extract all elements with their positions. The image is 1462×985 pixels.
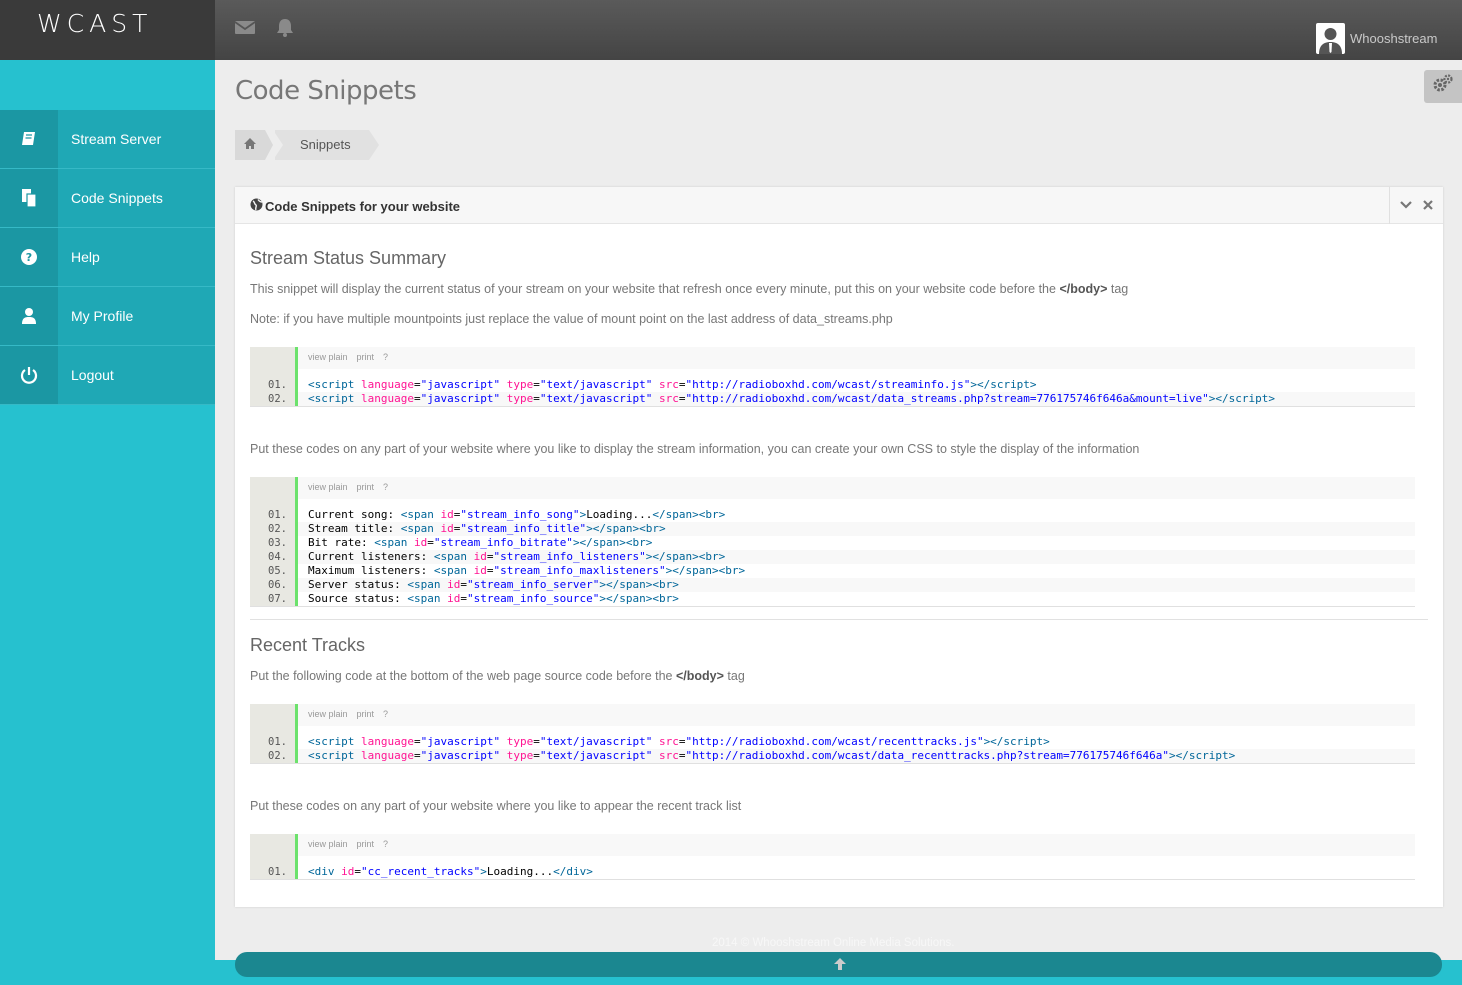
breadcrumb-current[interactable]: Snippets: [273, 130, 379, 160]
status-desc-1: This snippet will display the current st…: [250, 282, 1129, 296]
view-plain-link[interactable]: view plain: [308, 839, 348, 849]
view-plain-link[interactable]: view plain: [308, 352, 348, 362]
home-icon: [244, 136, 256, 154]
breadcrumb-home[interactable]: [235, 130, 273, 160]
code-block-recent-div: view plain print? 01. <div id="cc_recent_t…: [250, 834, 1415, 880]
code-toolbar: view plain print?: [250, 347, 1415, 369]
sidebar-item-label: Stream Server: [71, 131, 162, 147]
sidebar-item-label: Help: [71, 249, 100, 265]
code-line: 02. <script language="javascript" type="t…: [250, 749, 1415, 763]
code-line: 05. Maximum listeners: <span id="stream_i…: [250, 564, 1415, 578]
panel-title: Code Snippets for your website: [250, 198, 460, 214]
code-line: 03. Bit rate: <span id="stream_info_bitra…: [250, 536, 1415, 550]
breadcrumb: Snippets: [235, 130, 379, 160]
page-title: Code Snippets: [235, 76, 417, 106]
section-divider: [250, 619, 1428, 620]
envelope-icon[interactable]: [234, 16, 256, 38]
sidebar-item-label: Logout: [71, 367, 114, 383]
sidebar-item-help[interactable]: ? Help: [0, 228, 215, 287]
code-line: 04. Current listeners: <span id="stream_i…: [250, 550, 1415, 564]
gears-icon: [1432, 74, 1454, 99]
brand-logo[interactable]: WCAST: [0, 0, 215, 60]
sidebar-item-code-snippets[interactable]: Code Snippets: [0, 169, 215, 228]
bell-icon[interactable]: [274, 16, 296, 38]
footer-copyright: 2014 © Whooshstream Online Media Solutio…: [712, 937, 955, 949]
code-toolbar: view plain print?: [250, 704, 1415, 726]
panel-tools: [1389, 187, 1443, 224]
username[interactable]: Whooshstream: [1350, 31, 1437, 46]
code-toolbar: view plain print?: [250, 477, 1415, 499]
recent-desc-2: Put these codes on any part of your webs…: [250, 799, 742, 813]
section-heading-status: Stream Status Summary: [250, 248, 447, 268]
panel-title-text: Code Snippets for your website: [265, 198, 461, 214]
globe-icon: [250, 198, 263, 214]
view-plain-link[interactable]: view plain: [308, 709, 348, 719]
copy-icon: [0, 169, 58, 227]
avatar[interactable]: [1316, 23, 1345, 54]
chevron-down-icon[interactable]: [1399, 197, 1412, 215]
print-link[interactable]: print: [357, 482, 375, 492]
sidebar-item-label: Code Snippets: [71, 190, 163, 206]
code-line: 01. <script language="javascript" type="t…: [250, 378, 1415, 392]
help-link[interactable]: ?: [383, 839, 388, 849]
status-desc-2: Note: if you have multiple mountpoints j…: [250, 312, 893, 326]
code-line: 06. Server status: <span id="stream_info_…: [250, 578, 1415, 592]
sidebar-item-stream-server[interactable]: Stream Server: [0, 110, 215, 169]
section-heading-recent: Recent Tracks: [250, 635, 366, 655]
recent-desc-1: Put the following code at the bottom of …: [250, 669, 745, 683]
help-link[interactable]: ?: [383, 482, 388, 492]
help-link[interactable]: ?: [383, 709, 388, 719]
code-line: 02. <script language="javascript" type="t…: [250, 392, 1415, 406]
status-desc-3: Put these codes on any part of your webs…: [250, 442, 1140, 456]
sidebar-item-my-profile[interactable]: My Profile: [0, 287, 215, 346]
sidebar-item-label: My Profile: [71, 308, 134, 324]
print-link[interactable]: print: [357, 709, 375, 719]
print-link[interactable]: print: [357, 839, 375, 849]
close-icon[interactable]: [1423, 197, 1434, 215]
snippets-panel: Code Snippets for your website Stream St…: [235, 187, 1443, 907]
power-icon: [0, 346, 58, 404]
view-plain-link[interactable]: view plain: [308, 482, 348, 492]
user-icon: [0, 287, 58, 345]
main-content: Code Snippets Snippets Code Snippets for…: [215, 60, 1462, 960]
svg-text:?: ?: [26, 251, 32, 264]
top-navbar: WCAST Whooshstream: [0, 0, 1462, 60]
code-toolbar: view plain print?: [250, 834, 1415, 856]
question-icon: ?: [0, 228, 58, 286]
sidebar-item-logout[interactable]: Logout: [0, 346, 215, 405]
code-line: 01. Current song: <span id="stream_info_s…: [250, 508, 1415, 522]
code-line: 01. <script language="javascript" type="t…: [250, 735, 1415, 749]
book-icon: [0, 110, 58, 168]
code-line: 07. Source status: <span id="stream_info_…: [250, 592, 1415, 606]
panel-header: Code Snippets for your website: [235, 187, 1443, 224]
settings-button[interactable]: [1424, 70, 1462, 103]
code-block-status-scripts: view plain print? 01. <script language="ja…: [250, 347, 1415, 407]
sidebar-nav: Stream Server Code Snippets ? Help My Pr…: [0, 110, 215, 405]
help-link[interactable]: ?: [383, 352, 388, 362]
arrow-up-icon[interactable]: [833, 957, 847, 971]
code-line: 02. Stream title: <span id="stream_info_t…: [250, 522, 1415, 536]
code-line: 01. <div id="cc_recent_tracks">Loading...…: [250, 865, 1415, 879]
code-block-status-spans: view plain print? 01. Current song: <span …: [250, 477, 1415, 607]
code-block-recent-scripts: view plain print? 01. <script language="ja…: [250, 704, 1415, 764]
print-link[interactable]: print: [357, 352, 375, 362]
